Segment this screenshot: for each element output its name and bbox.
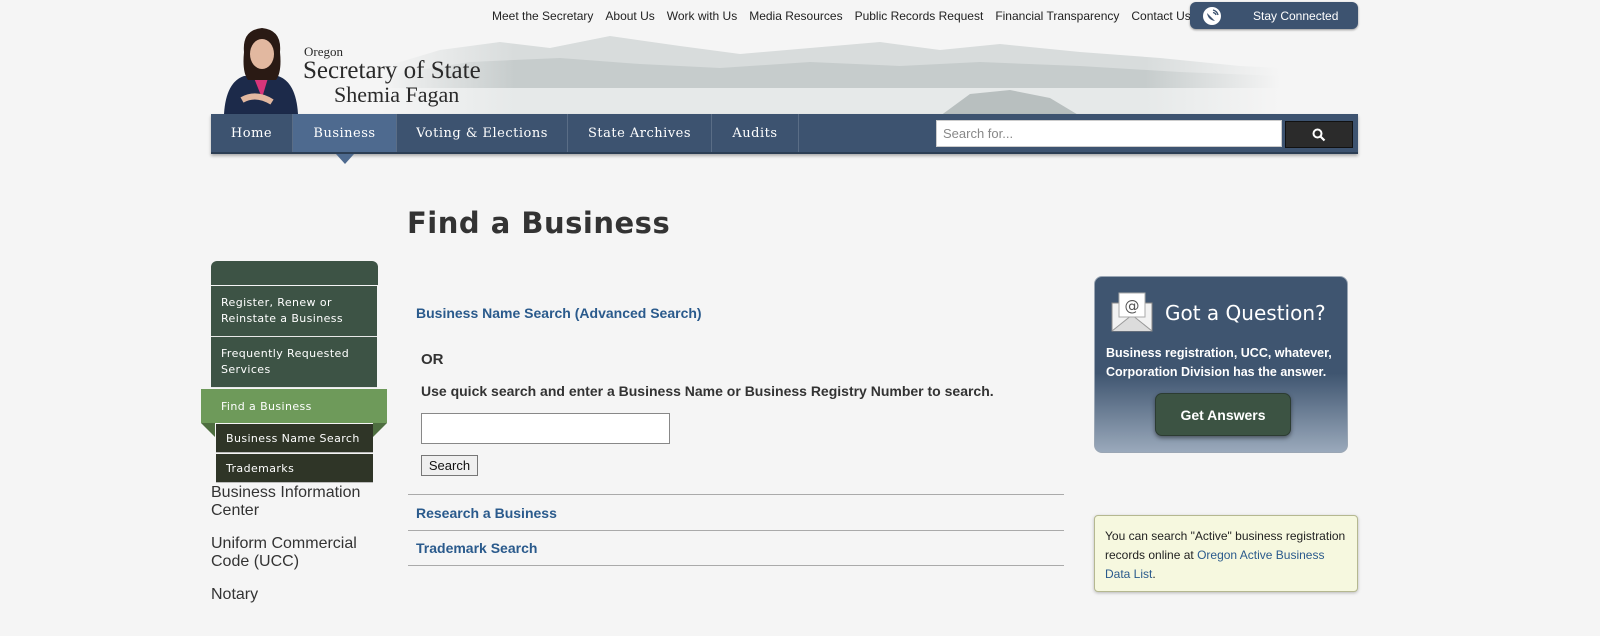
svg-text:@: @ bbox=[1125, 297, 1140, 315]
advanced-search-link[interactable]: Business Name Search (Advanced Search) bbox=[416, 305, 702, 321]
divider bbox=[408, 530, 1064, 531]
sidebar-item-find-business[interactable]: Find a Business bbox=[201, 389, 387, 423]
quick-search-input[interactable] bbox=[421, 413, 670, 444]
page-title: Find a Business bbox=[407, 206, 671, 240]
sidebar-item-register[interactable]: Register, Renew or Reinstate a Business bbox=[211, 286, 377, 337]
email-envelope-icon: @ bbox=[1111, 292, 1153, 332]
secretary-portrait bbox=[224, 28, 298, 114]
nav-audits[interactable]: Audits bbox=[712, 114, 799, 152]
divider bbox=[408, 494, 1064, 495]
sidebar-item-notary[interactable]: Notary bbox=[211, 586, 377, 622]
site-header: Meet the Secretary About Us Work with Us… bbox=[0, 0, 1600, 116]
sidebar-item-ucc[interactable]: Uniform Commercial Code (UCC) bbox=[211, 535, 377, 586]
divider bbox=[408, 565, 1064, 566]
lake-mountains-banner bbox=[380, 28, 1280, 116]
search-icon bbox=[1312, 128, 1326, 141]
quick-search-button[interactable]: Search bbox=[421, 455, 478, 476]
question-title: Got a Question? bbox=[1165, 301, 1326, 325]
active-fold-right bbox=[373, 423, 387, 437]
active-fold-left bbox=[201, 423, 215, 437]
nav-home[interactable]: Home bbox=[211, 114, 293, 152]
utility-nav: Meet the Secretary About Us Work with Us… bbox=[492, 9, 1203, 23]
site-search-input[interactable] bbox=[936, 120, 1282, 147]
sidebar-nav: Register, Renew or Reinstate a Business … bbox=[211, 286, 377, 388]
util-link-about-us[interactable]: About Us bbox=[605, 9, 654, 23]
util-link-contact-us[interactable]: Contact Us bbox=[1131, 9, 1190, 23]
satellite-dish-icon bbox=[1203, 6, 1221, 25]
or-label: OR bbox=[421, 351, 444, 368]
nav-voting-elections[interactable]: Voting & Elections bbox=[397, 114, 568, 152]
util-link-financial-transparency[interactable]: Financial Transparency bbox=[995, 9, 1119, 23]
stay-connected-label: Stay Connected bbox=[1253, 8, 1339, 23]
note-text-end: . bbox=[1152, 567, 1156, 581]
question-panel: @ Got a Question? Business registration,… bbox=[1094, 276, 1348, 453]
stay-connected-button[interactable]: Stay Connected bbox=[1190, 2, 1358, 29]
quick-search-instructions: Use quick search and enter a Business Na… bbox=[421, 383, 994, 399]
nav-state-archives[interactable]: State Archives bbox=[568, 114, 712, 152]
sidebar-header bbox=[211, 261, 378, 285]
logo-name: Shemia Fagan bbox=[334, 82, 460, 107]
sidebar-subitem-name-search[interactable]: Business Name Search bbox=[216, 424, 373, 453]
nav-business[interactable]: Business bbox=[293, 114, 397, 152]
util-link-work-with-us[interactable]: Work with Us bbox=[667, 9, 737, 23]
logo-office: Secretary of State bbox=[303, 57, 481, 84]
util-link-public-records[interactable]: Public Records Request bbox=[855, 9, 984, 23]
active-nav-pointer bbox=[336, 154, 354, 164]
research-business-link[interactable]: Research a Business bbox=[416, 505, 557, 521]
site-search-button[interactable] bbox=[1285, 121, 1353, 148]
active-business-note: You can search "Active" business registr… bbox=[1094, 515, 1358, 592]
get-answers-button[interactable]: Get Answers bbox=[1155, 393, 1291, 436]
util-link-media-resources[interactable]: Media Resources bbox=[749, 9, 842, 23]
util-link-meet-secretary[interactable]: Meet the Secretary bbox=[492, 9, 593, 23]
sidebar-item-frequent-services[interactable]: Frequently Requested Services bbox=[211, 337, 377, 388]
trademark-search-link[interactable]: Trademark Search bbox=[416, 540, 537, 556]
sidebar-nav-lower: Business Information Center Uniform Comm… bbox=[211, 484, 377, 622]
question-description: Business registration, UCC, whatever, Co… bbox=[1106, 346, 1332, 379]
sidebar-item-info-center[interactable]: Business Information Center bbox=[211, 484, 377, 535]
sidebar-subitem-trademarks[interactable]: Trademarks bbox=[216, 454, 373, 483]
